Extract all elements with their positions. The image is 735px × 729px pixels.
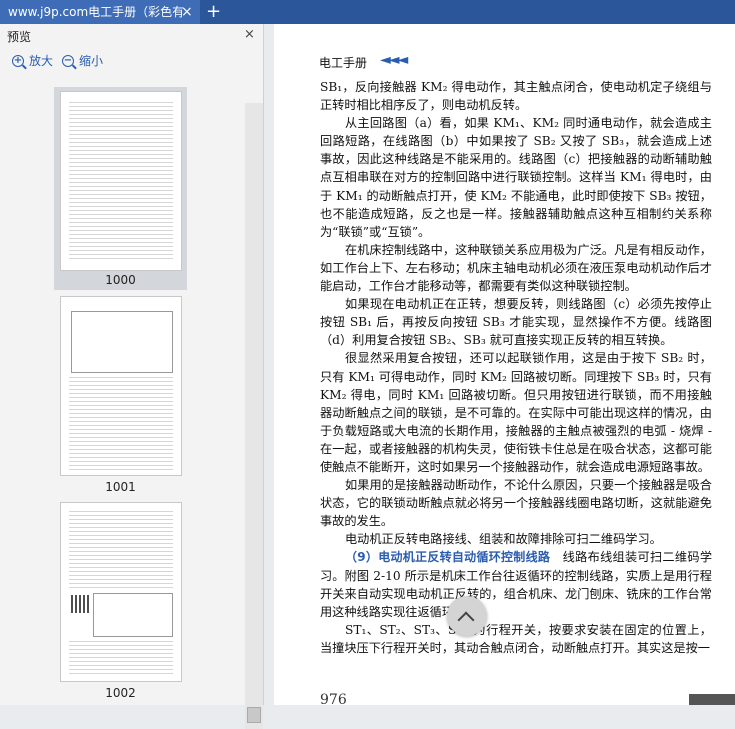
status-corner — [689, 694, 735, 705]
page-number: 976 — [320, 692, 347, 705]
thumbnail-image — [60, 296, 182, 476]
thumbnail-text-lines — [69, 641, 173, 677]
thumbnail-label: 1001 — [105, 480, 136, 494]
tab-close-icon[interactable]: × — [181, 0, 193, 24]
scrollbar-thumb[interactable] — [247, 707, 261, 723]
page-body: SB₁，反向接触器 KM₂ 得电动作，其主触点闭合，使电动机定子绕组与正转时相比… — [320, 78, 712, 657]
paragraph: 电动机正反转电路接线、组装和故障排除可扫二维码学习。 — [345, 532, 662, 547]
thumbnail-text-lines — [69, 511, 173, 591]
thumbnail-label: 1002 — [105, 686, 136, 700]
thumbnail-text-lines — [69, 102, 173, 262]
thumbnail-text-lines — [69, 377, 173, 472]
thumbnail-page-1001[interactable]: 1001 — [54, 292, 187, 495]
tab-bar: www.j9p.com电工手册（彩色有 × + — [0, 0, 735, 24]
zoom-in-icon: + — [12, 54, 24, 67]
sidebar-close-icon[interactable]: × — [244, 27, 255, 42]
preview-sidebar: 预览 × + 放大 − 缩小 1000 1001 1002 — [0, 24, 264, 729]
zoom-out-icon: − — [62, 54, 74, 67]
thumbnail-figure — [71, 311, 173, 373]
zoom-in-button[interactable]: + 放大 — [12, 52, 53, 69]
paragraph: SB₁，反向接触器 KM₂ 得电动作，其主触点闭合，使电动机定子绕组与正转时相比… — [320, 80, 712, 113]
zoom-out-button[interactable]: − 缩小 — [62, 52, 103, 69]
tab-title: www.j9p.com电工手册（彩色有 — [8, 5, 185, 19]
paragraph: 在机床控制线路中，这种联锁关系应用极为广泛。凡是有相反动作，如工作台上下、左右移… — [320, 242, 712, 294]
document-view[interactable]: 电工手册 ◄◄◄ SB₁，反向接触器 KM₂ 得电动作，其主触点闭合，使电动机定… — [264, 24, 735, 705]
paragraph: 从主回路图（a）看，如果 KM₁、KM₂ 同时通电动作，就会造成主回路短路，在线… — [320, 116, 712, 239]
zoom-toolbar: + 放大 − 缩小 — [0, 52, 263, 72]
thumbnail-image — [60, 91, 182, 271]
sidebar-title: 预览 — [7, 30, 32, 44]
thumbnail-image — [60, 502, 182, 682]
document-tab[interactable]: www.j9p.com电工手册（彩色有 — [0, 0, 200, 24]
sidebar-scrollbar[interactable] — [245, 103, 263, 729]
paragraph: 如果现在电动机正在正转，想要反转，则线路图（c）必须先按停止按钮 SB₁ 后，再… — [320, 297, 712, 348]
paragraph: 很显然采用复合按钮，还可以起联锁作用，这是由于按下 SB₂ 时，只有 KM₁ 可… — [320, 351, 712, 474]
document-page: 电工手册 ◄◄◄ SB₁，反向接触器 KM₂ 得电动作，其主触点闭合，使电动机定… — [274, 24, 735, 705]
thumbnail-label: 1000 — [105, 273, 136, 287]
paragraph: 如果用的是接触器动断动作，不论什么原因，只要一个接触器是吸合状态，它的联锁动断触… — [320, 478, 712, 529]
page-header-title: 电工手册 — [319, 56, 368, 70]
scroll-to-top-button[interactable] — [447, 596, 487, 636]
new-tab-icon[interactable]: + — [206, 0, 221, 24]
sidebar-header: 预览 × — [0, 24, 263, 48]
thumbnail-page-1000[interactable]: 1000 — [54, 87, 187, 290]
paragraph: ST₁、ST₂、ST₃、ST₄ 为行程开关，按要求安装在固定的位置上，当撞块压下… — [320, 622, 712, 655]
section-paragraph: （9）电动机正反转自动循环控制线路 线路布线组装可扫二维码学习。附图 2-10 … — [320, 548, 712, 620]
qr-code-icon — [71, 595, 89, 613]
section-title: （9）电动机正反转自动循环控制线路 — [345, 550, 551, 565]
thumbnail-list: 1000 1001 1002 — [0, 79, 245, 705]
zoom-out-label: 缩小 — [79, 54, 104, 68]
header-arrow-icon: ◄◄◄ — [380, 52, 408, 68]
thumbnail-figure — [93, 593, 173, 637]
zoom-in-label: 放大 — [29, 54, 54, 68]
thumbnail-page-1002[interactable]: 1002 — [54, 498, 187, 701]
